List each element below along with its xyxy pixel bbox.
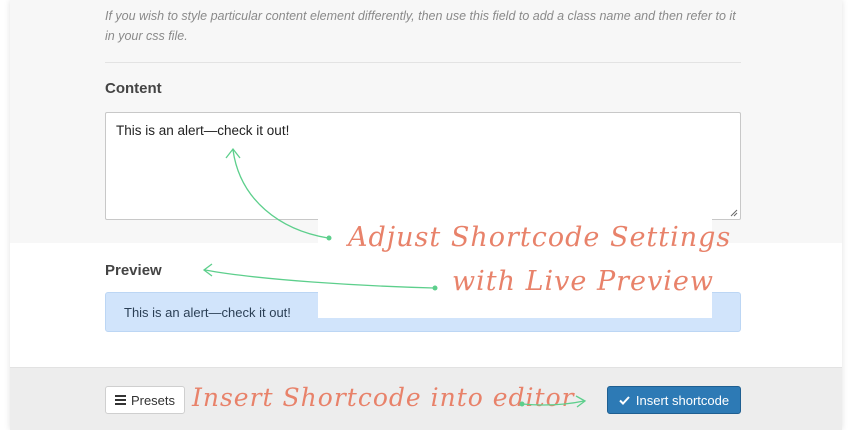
insert-shortcode-button[interactable]: Insert shortcode — [607, 386, 741, 414]
presets-button[interactable]: Presets — [105, 386, 185, 414]
preview-alert-text: This is an alert—check it out! — [124, 305, 291, 320]
shortcode-settings-panel: If you wish to style particular content … — [10, 0, 842, 430]
content-textarea[interactable]: This is an alert—check it out! — [105, 112, 741, 220]
presets-button-label: Presets — [130, 392, 176, 408]
preview-label: Preview — [105, 262, 162, 279]
bars-icon — [114, 395, 126, 405]
content-textarea-value: This is an alert—check it out! — [116, 123, 290, 138]
annotation-footer-note: Insert Shortcode into editor — [192, 383, 575, 412]
check-icon — [619, 395, 630, 405]
resize-handle-icon[interactable] — [730, 209, 738, 217]
divider — [105, 62, 741, 63]
insert-shortcode-label: Insert shortcode — [635, 392, 730, 408]
annotation-line-2: with Live Preview — [452, 266, 714, 297]
css-class-help-text: If you wish to style particular content … — [105, 9, 736, 43]
annotation-line-1: Adjust Shortcode Settings — [348, 222, 732, 253]
content-label: Content — [105, 80, 162, 97]
